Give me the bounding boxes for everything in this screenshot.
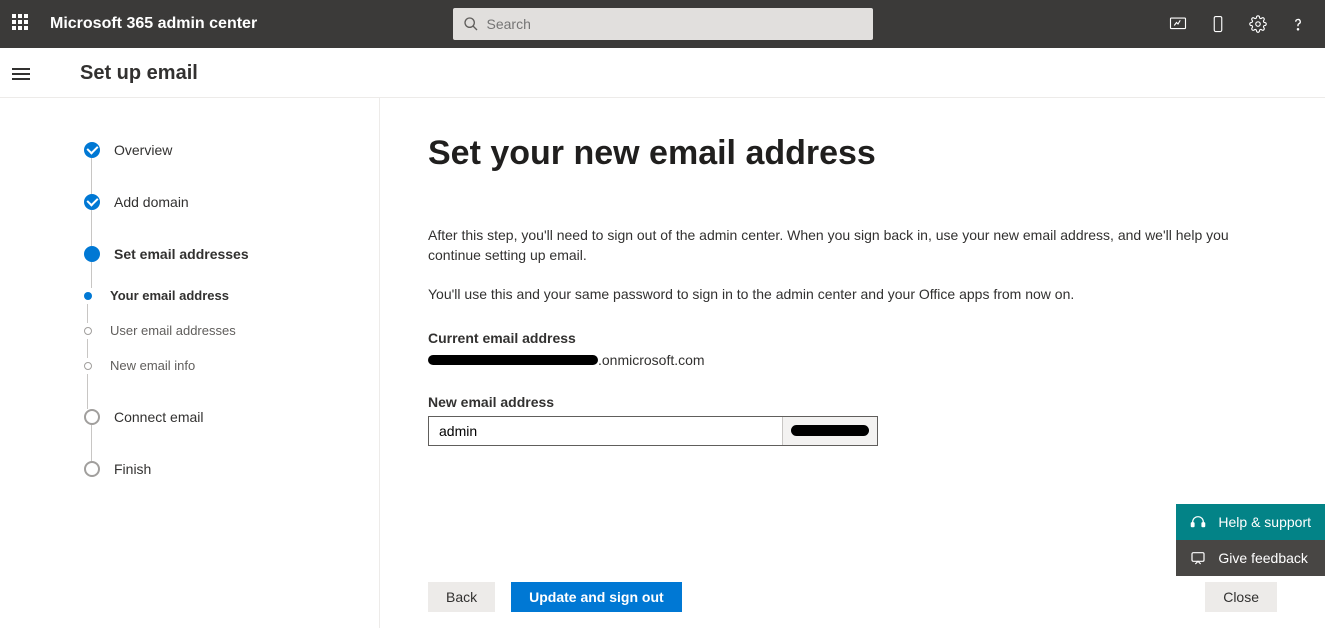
mobile-icon[interactable]	[1209, 15, 1227, 33]
substep-dot-icon	[84, 362, 92, 370]
page-title: Set up email	[80, 62, 198, 85]
paragraph-2: You'll use this and your same password t…	[428, 284, 1277, 304]
hamburger-icon[interactable]	[12, 65, 30, 83]
body: Overview Add domain Set email addresses …	[0, 98, 1325, 628]
domain-select[interactable]	[782, 417, 877, 445]
main-heading: Set your new email address	[428, 134, 1277, 173]
new-email-input[interactable]	[429, 417, 782, 445]
current-email-label: Current email address	[428, 330, 1277, 346]
update-signout-button[interactable]: Update and sign out	[511, 582, 682, 612]
search-icon	[463, 16, 479, 32]
redacted-text	[428, 355, 598, 365]
pending-circle-icon	[84, 409, 100, 425]
topbar-actions	[1169, 15, 1313, 33]
close-button[interactable]: Close	[1205, 582, 1277, 612]
screen-icon[interactable]	[1169, 15, 1187, 33]
new-email-label: New email address	[428, 394, 1277, 410]
substep-dot-icon	[84, 292, 92, 300]
check-icon	[84, 142, 100, 158]
app-title: Microsoft 365 admin center	[50, 15, 257, 33]
pending-circle-icon	[84, 461, 100, 477]
redacted-text	[791, 425, 869, 436]
help-support-button[interactable]: Help & support	[1176, 504, 1325, 540]
new-email-row	[428, 416, 878, 446]
give-feedback-label: Give feedback	[1218, 550, 1308, 566]
substep-dot-icon	[84, 327, 92, 335]
search-wrapper	[453, 8, 873, 40]
step-finish[interactable]: Finish	[84, 461, 355, 477]
search-box[interactable]	[453, 8, 873, 40]
current-email-suffix: .onmicrosoft.com	[598, 352, 705, 368]
step-connect-email[interactable]: Connect email	[84, 409, 355, 425]
floating-buttons: Help & support Give feedback	[1176, 504, 1325, 576]
topbar: Microsoft 365 admin center	[0, 0, 1325, 48]
search-input[interactable]	[487, 16, 863, 32]
step-overview[interactable]: Overview	[84, 142, 355, 158]
feedback-icon	[1190, 550, 1206, 566]
help-support-label: Help & support	[1218, 514, 1311, 530]
footer: Back Update and sign out Close	[380, 568, 1325, 626]
current-email-value: .onmicrosoft.com	[428, 352, 1277, 368]
substep-new-email-info[interactable]: New email info	[84, 358, 355, 373]
check-icon	[84, 194, 100, 210]
active-dot-icon	[84, 246, 100, 262]
page-header: Set up email	[0, 48, 1325, 98]
headset-icon	[1190, 514, 1206, 530]
step-set-email-addresses[interactable]: Set email addresses	[84, 246, 355, 262]
app-launcher-icon[interactable]	[12, 14, 32, 34]
substep-your-email[interactable]: Your email address	[84, 288, 355, 303]
give-feedback-button[interactable]: Give feedback	[1176, 540, 1325, 576]
paragraph-1: After this step, you'll need to sign out…	[428, 225, 1277, 266]
gear-icon[interactable]	[1249, 15, 1267, 33]
step-add-domain[interactable]: Add domain	[84, 194, 355, 210]
help-icon[interactable]	[1289, 15, 1307, 33]
back-button[interactable]: Back	[428, 582, 495, 612]
wizard-steps: Overview Add domain Set email addresses …	[0, 98, 380, 628]
substep-user-emails[interactable]: User email addresses	[84, 323, 355, 338]
